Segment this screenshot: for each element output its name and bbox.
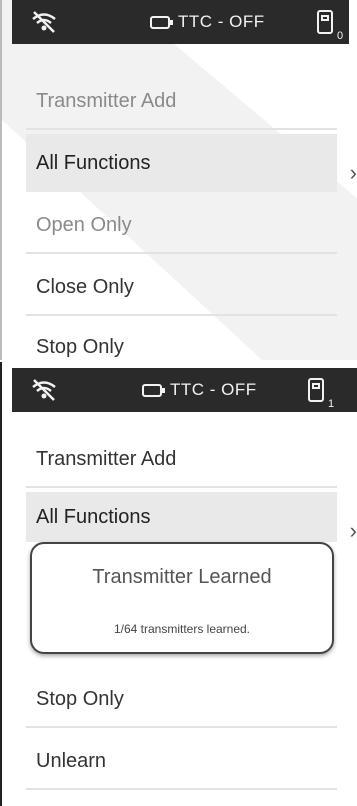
screen-1: TTC - OFF 0 Transmitter Add All Function… <box>0 0 357 360</box>
menu-item-transmitter-add[interactable]: Transmitter Add <box>26 430 337 488</box>
menu-item-stop-only[interactable]: Stop Only <box>26 670 337 728</box>
menu-item-close-only[interactable]: Close Only <box>26 258 337 316</box>
menu-item-transmitter-add[interactable]: Transmitter Add <box>26 72 337 130</box>
menu-item-label: Unlearn <box>36 750 107 772</box>
transmitter-learned-dialog[interactable]: Transmitter Learned 1/64 transmitters le… <box>30 542 334 654</box>
battery-charging-icon <box>142 383 165 397</box>
ttc-label: TTC - OFF <box>170 380 257 399</box>
menu-item-all-functions[interactable]: All Functions <box>26 492 337 542</box>
transmitter-count: 0 <box>337 30 344 42</box>
ttc-label: TTC - OFF <box>178 12 265 31</box>
menu-item-label: Transmitter Add <box>36 90 177 112</box>
battery-charging-icon <box>150 15 173 29</box>
wifi-off-icon <box>32 11 56 33</box>
chevron-right-icon[interactable]: › <box>350 160 357 186</box>
menu-item-label: Stop Only <box>36 336 124 358</box>
menu-item-label: Close Only <box>36 276 134 298</box>
dialog-message: 1/64 transmitters learned. <box>113 622 251 636</box>
dialog-title: Transmitter Learned <box>92 566 272 588</box>
transmitter-count: 1 <box>328 398 335 410</box>
ttc-status: TTC - OFF <box>150 12 265 32</box>
menu-item-label: Open Only <box>36 214 132 236</box>
status-bar: TTC - OFF 0 <box>12 0 349 44</box>
menu-item-label: Transmitter Add <box>36 448 177 470</box>
menu-item-open-only[interactable]: Open Only <box>26 196 337 254</box>
remote-icon[interactable] <box>317 10 333 34</box>
screen-2: TTC - OFF 1 Transmitter Add All Function… <box>0 362 357 806</box>
remote-icon[interactable] <box>308 378 324 402</box>
menu-item-label: Stop Only <box>36 688 124 710</box>
ttc-status: TTC - OFF <box>142 380 257 400</box>
chevron-right-icon[interactable]: › <box>350 518 357 544</box>
status-bar: TTC - OFF 1 <box>12 368 357 412</box>
menu-item-unlearn[interactable]: Unlearn <box>26 732 337 790</box>
menu-item-stop-only[interactable]: Stop Only <box>26 318 337 360</box>
menu-item-all-functions[interactable]: All Functions <box>26 134 337 192</box>
menu-item-label: All Functions <box>36 506 151 528</box>
wifi-off-icon <box>32 379 56 401</box>
menu-item-label: All Functions <box>36 152 151 174</box>
